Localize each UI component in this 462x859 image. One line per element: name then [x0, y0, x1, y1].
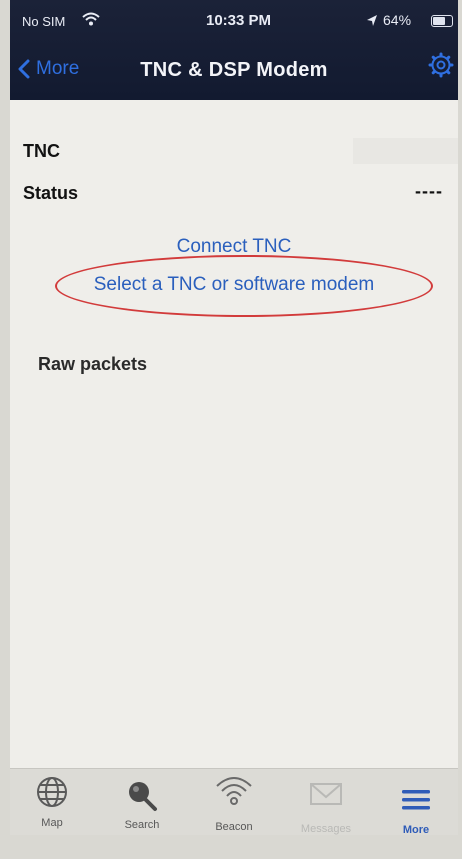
location-arrow-icon	[367, 15, 377, 26]
envelope-icon	[310, 783, 342, 805]
tab-search-label: Search	[124, 819, 160, 831]
tab-search[interactable]: Search	[102, 769, 182, 835]
tab-messages[interactable]: Messages	[286, 769, 366, 835]
status-value: ----	[415, 181, 443, 201]
status-bar: No SIM 10:33 PM 64%	[10, 12, 458, 36]
gear-icon[interactable]	[428, 52, 454, 78]
page-title: TNC & DSP Modem	[140, 59, 328, 81]
tab-messages-label: Messages	[300, 823, 352, 835]
wifi-icon	[82, 12, 100, 26]
tab-bar: Map Search Beacon Messages More	[10, 768, 458, 835]
menu-lines-icon	[402, 790, 430, 810]
battery-icon	[431, 15, 453, 27]
broadcast-icon	[216, 777, 252, 805]
tab-map[interactable]: Map	[12, 769, 92, 835]
tab-map-label: Map	[41, 817, 63, 829]
navigation-bar: More TNC & DSP Modem	[10, 50, 458, 94]
tab-beacon-label: Beacon	[215, 821, 253, 833]
globe-icon	[37, 777, 67, 807]
battery-percent: 64%	[383, 12, 412, 28]
clock: 10:33 PM	[206, 12, 272, 29]
status-label: Status	[23, 183, 79, 203]
raw-packets-label: Raw packets	[38, 354, 148, 374]
app-screen: No SIM 10:33 PM 64% More TNC & DSP Modem	[10, 0, 458, 835]
magnifier-icon	[129, 782, 157, 811]
tnc-value	[353, 138, 458, 164]
highlight-ellipse	[55, 255, 433, 317]
tab-more-label: More	[402, 824, 430, 835]
tab-more[interactable]: More	[376, 769, 456, 835]
tnc-label: TNC	[23, 141, 60, 161]
top-bar: No SIM 10:33 PM 64% More TNC & DSP Modem	[10, 0, 458, 100]
tab-beacon[interactable]: Beacon	[194, 769, 274, 835]
carrier-label: No SIM	[22, 14, 66, 29]
